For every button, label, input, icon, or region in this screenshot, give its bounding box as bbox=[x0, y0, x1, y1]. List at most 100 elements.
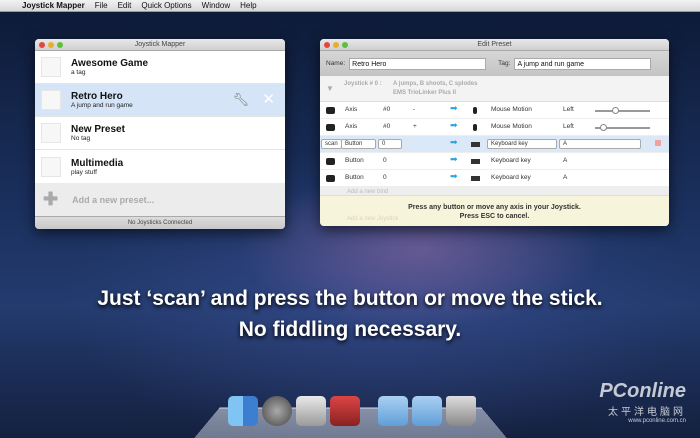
close-button[interactable] bbox=[39, 42, 45, 48]
disclosure-triangle-icon[interactable]: ▼ bbox=[326, 84, 334, 93]
status-bar: No Joysticks Connected bbox=[35, 216, 285, 229]
window-title: Edit Preset bbox=[477, 41, 512, 48]
title-bar: Edit Preset bbox=[320, 39, 669, 51]
plus-icon: ✚ bbox=[43, 189, 59, 209]
menu-app[interactable]: Joystick Mapper bbox=[22, 1, 85, 10]
game-app-icon[interactable] bbox=[330, 396, 360, 426]
menu-bar: Joystick Mapper File Edit Quick Options … bbox=[0, 0, 700, 12]
bind-row[interactable]: Button 0 ➡ Keyboard key A bbox=[320, 170, 669, 187]
preset-row-selected[interactable]: Retro Hero A jump and run game 🔧︎ ✕ bbox=[35, 84, 285, 117]
bind-action: Keyboard key bbox=[491, 157, 531, 164]
bind-number-select[interactable]: 0 bbox=[378, 139, 402, 149]
finder-icon[interactable] bbox=[228, 396, 258, 426]
keyboard-icon bbox=[471, 159, 480, 164]
bind-action: Keyboard key bbox=[491, 174, 531, 181]
wrench-icon[interactable]: 🔧︎ bbox=[232, 92, 249, 108]
preset-tag: a tag bbox=[71, 69, 86, 76]
joystick-mapper-dock-icon[interactable] bbox=[296, 396, 326, 426]
preset-thumbnail bbox=[41, 156, 61, 177]
trash-icon[interactable] bbox=[446, 396, 476, 426]
bind-number: #0 bbox=[383, 106, 391, 113]
preset-name: Awesome Game bbox=[71, 58, 149, 69]
keyboard-icon bbox=[471, 142, 480, 147]
bind-value: Left bbox=[563, 123, 574, 130]
gamepad-icon bbox=[326, 107, 335, 114]
bind-value: A bbox=[563, 157, 568, 164]
watermark-brand: PConline bbox=[599, 380, 686, 402]
add-preset-button[interactable]: ✚ Add a new preset... bbox=[35, 183, 285, 216]
watermark-domain: www.pconline.com.cn bbox=[628, 418, 686, 424]
bind-number: 0 bbox=[383, 157, 387, 164]
scan-button[interactable]: scan bbox=[321, 139, 342, 149]
downloads-folder-icon[interactable] bbox=[412, 396, 442, 426]
action-select[interactable]: Keyboard key bbox=[487, 139, 557, 149]
close-button[interactable] bbox=[324, 42, 330, 48]
bind-value: A bbox=[563, 174, 568, 181]
speed-slider[interactable] bbox=[595, 124, 650, 131]
preset-thumbnail bbox=[41, 123, 61, 143]
gamepad-icon bbox=[326, 124, 335, 131]
tag-field[interactable]: A jump and run game bbox=[514, 57, 652, 70]
tag-label: Tag: bbox=[498, 60, 511, 67]
key-select[interactable]: A bbox=[559, 139, 641, 149]
bind-direction: + bbox=[413, 123, 417, 130]
gamepad-icon bbox=[326, 175, 335, 182]
bind-row[interactable]: Axis #0 + ➡ Mouse Motion Left bbox=[320, 119, 669, 136]
window-title: Joystick Mapper bbox=[134, 41, 186, 48]
slider-knob[interactable] bbox=[600, 124, 607, 131]
bind-row-editing[interactable]: scan Button 0 ➡ Keyboard key A bbox=[320, 136, 669, 153]
bind-type: Button bbox=[345, 174, 364, 181]
menu-window[interactable]: Window bbox=[202, 1, 230, 10]
arrow-right-icon: ➡ bbox=[450, 103, 458, 113]
speed-slider[interactable] bbox=[595, 107, 650, 114]
preset-name: New Preset bbox=[71, 124, 125, 135]
arrow-right-icon: ➡ bbox=[450, 154, 458, 164]
preset-tag: No tag bbox=[71, 135, 91, 142]
preset-row[interactable]: Awesome Game a tag bbox=[35, 51, 285, 84]
zoom-button[interactable] bbox=[342, 42, 348, 48]
caption-line2: No fiddling necessary. bbox=[238, 318, 462, 341]
minimize-button[interactable] bbox=[333, 42, 339, 48]
scan-prompt-overlay: Press any button or move any axis in you… bbox=[320, 195, 669, 226]
watermark: PConline 太平洋电脑网 www.pconline.com.cn bbox=[599, 380, 686, 424]
add-joystick-label: Add a new Joystick bbox=[347, 216, 399, 222]
arrow-right-icon: ➡ bbox=[450, 171, 458, 181]
bind-number: 0 bbox=[383, 174, 387, 181]
minimize-button[interactable] bbox=[48, 42, 54, 48]
arrow-right-icon: ➡ bbox=[450, 137, 458, 147]
caption-line1: Just ‘scan’ and press the button or move… bbox=[97, 287, 603, 310]
watermark-sub: 太平洋电脑网 bbox=[608, 407, 686, 418]
preset-row[interactable]: Multimedia play stuff bbox=[35, 150, 285, 183]
bind-row[interactable]: Axis #0 - ➡ Mouse Motion Left bbox=[320, 102, 669, 119]
bind-value: Left bbox=[563, 106, 574, 113]
menu-edit[interactable]: Edit bbox=[118, 1, 132, 10]
scan-prompt-line1: Press any button or move any axis in you… bbox=[408, 204, 581, 211]
folder-icon[interactable] bbox=[378, 396, 408, 426]
bind-type: Axis bbox=[345, 106, 358, 113]
preset-tag: A jump and run game bbox=[71, 102, 133, 109]
delete-bind-icon[interactable] bbox=[655, 140, 661, 146]
menu-file[interactable]: File bbox=[95, 1, 108, 10]
add-preset-label: Add a new preset... bbox=[72, 194, 155, 205]
name-label: Name: bbox=[326, 60, 346, 67]
menu-quick-options[interactable]: Quick Options bbox=[141, 1, 191, 10]
joystick-label: Joystick # 0 : bbox=[344, 81, 382, 87]
preset-row[interactable]: New Preset No tag bbox=[35, 117, 285, 150]
name-field[interactable]: Retro Hero bbox=[349, 57, 487, 70]
bind-row[interactable]: Button 0 ➡ Keyboard key A bbox=[320, 153, 669, 170]
preset-name: Retro Hero bbox=[71, 91, 123, 102]
gamepad-icon bbox=[326, 158, 335, 165]
bind-type-select[interactable]: Button bbox=[341, 139, 376, 149]
joystick-header[interactable]: ▼ Joystick # 0 : A jumps, B shoots, C sp… bbox=[320, 76, 669, 102]
bind-direction: - bbox=[413, 106, 416, 113]
delete-x-icon[interactable]: ✕ bbox=[262, 90, 275, 108]
menu-help[interactable]: Help bbox=[240, 1, 256, 10]
launchpad-icon[interactable] bbox=[262, 396, 292, 426]
joystick-mapper-window: Joystick Mapper Awesome Game a tag Retro … bbox=[35, 39, 285, 229]
slider-knob[interactable] bbox=[612, 107, 619, 114]
joystick-description: A jumps, B shoots, C splodes bbox=[393, 81, 478, 87]
zoom-button[interactable] bbox=[57, 42, 63, 48]
preset-thumbnail bbox=[41, 90, 61, 110]
arrow-right-icon: ➡ bbox=[450, 120, 458, 130]
preset-name: Multimedia bbox=[71, 157, 124, 169]
